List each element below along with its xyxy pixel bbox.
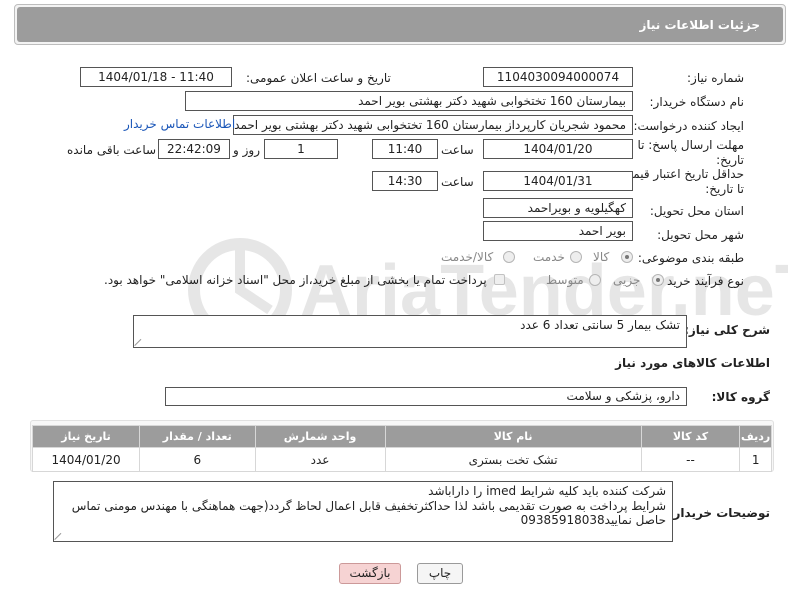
process-option-medium: متوسط: [546, 273, 584, 287]
reply-deadline-label: مهلت ارسال پاسخ: تا تاریخ:: [637, 138, 744, 167]
reply-time-label: ساعت: [441, 143, 474, 157]
province-label: استان محل تحویل:: [649, 204, 744, 218]
price-time-field: 14:30: [372, 171, 438, 191]
col-qty-header: تعداد / مقدار: [139, 425, 256, 448]
process-option-minor: جزیی: [613, 273, 641, 287]
page-title: جزئیات اطلاعات نیاز: [639, 18, 760, 32]
buyer-notes-textarea[interactable]: شرکت کننده باید کلیه شرایط imed را داراب…: [53, 481, 673, 542]
remaining-time-field: 22:42:09: [158, 139, 230, 159]
col-date-header: تاریخ نیاز: [31, 425, 141, 448]
table-row: 1 -- تشک تخت بستری عدد 6 1404/01/20: [31, 447, 772, 472]
category-radio-both[interactable]: [503, 251, 515, 263]
treasury-payment-checkbox[interactable]: [494, 274, 505, 285]
buyer-notes-line: حاصل نمایید09385918038: [520, 513, 666, 527]
remaining-time-label: ساعت باقی مانده: [67, 143, 157, 157]
price-date-field: 1404/01/31: [483, 171, 633, 191]
need-number-label: شماره نیاز:: [687, 71, 744, 85]
goods-group-label: گروه کالا:: [711, 390, 770, 404]
buyer-notes-label: توضیحات خریدار:: [668, 506, 770, 520]
back-button[interactable]: بازگشت: [339, 563, 401, 584]
resize-grip-icon[interactable]: [135, 338, 143, 346]
category-option-service: خدمت: [533, 250, 565, 264]
cell-qty: 6: [139, 447, 256, 472]
buyer-org-label: نام دستگاه خریدار:: [649, 95, 745, 109]
col-code-header: کد کالا: [640, 425, 741, 448]
days-field: 1: [264, 139, 338, 159]
cell-name: تشک تخت بستری: [384, 447, 642, 472]
price-time-label: ساعت: [441, 175, 474, 189]
category-radio-service[interactable]: [570, 251, 582, 263]
cell-row: 1: [739, 447, 772, 472]
description-label: شرح کلی نیاز:: [684, 323, 770, 337]
announce-label: تاریخ و ساعت اعلان عمومی:: [246, 71, 391, 85]
price-validity-label: حداقل تاریخ اعتبار قیمت: تا تاریخ:: [617, 167, 744, 196]
print-button[interactable]: چاپ: [417, 563, 463, 584]
col-name-header: نام کالا: [384, 425, 642, 448]
col-row-header: ردیف: [739, 425, 772, 448]
reply-time-field: 11:40: [372, 139, 438, 159]
announce-field: 1404/01/18 - 11:40: [80, 67, 232, 87]
cell-code: --: [640, 447, 741, 472]
buyer-notes-line: شرایط پرداخت به صورت تقدیمی باشد لذا حدا…: [71, 498, 666, 513]
creator-label: ایجاد کننده درخواست:: [633, 119, 744, 133]
table-header-row: ردیف کد کالا نام کالا واحد شمارش تعداد /…: [31, 425, 772, 448]
goods-section-title: اطلاعات کالاهای مورد نیاز: [615, 356, 770, 370]
buyer-notes-line: شرکت کننده باید کلیه شرایط imed را داراب…: [428, 484, 666, 498]
category-option-goods: کالا: [593, 250, 610, 264]
cell-unit: عدد: [254, 447, 386, 472]
category-label: طبقه بندی موضوعی:: [637, 251, 744, 265]
col-unit-header: واحد شمارش: [254, 425, 386, 448]
cell-date: 1404/01/20: [31, 447, 141, 472]
goods-group-field: دارو، پزشکی و سلامت: [165, 387, 687, 406]
process-radio-minor[interactable]: [652, 274, 664, 286]
process-label: نوع فرآیند خرید :: [659, 274, 744, 288]
buyer-org-field: بیمارستان 160 تختخوابی شهید دکتر بهشتی ب…: [185, 91, 633, 111]
days-label: روز و: [233, 143, 260, 157]
description-textarea[interactable]: تشک بیمار 5 سانتی تعداد 6 عدد: [133, 315, 687, 348]
resize-grip-icon[interactable]: [55, 532, 63, 540]
treasury-payment-note: پرداخت تمام یا بخشی از مبلغ خرید،از محل …: [104, 273, 487, 287]
goods-table: ردیف کد کالا نام کالا واحد شمارش تعداد /…: [31, 425, 772, 472]
reply-date-field: 1404/01/20: [483, 139, 633, 159]
description-text: تشک بیمار 5 سانتی تعداد 6 عدد: [520, 318, 680, 332]
buyer-contact-link[interactable]: اطلاعات تماس خریدار: [124, 117, 235, 131]
city-label: شهر محل تحویل:: [657, 228, 744, 242]
process-radio-medium[interactable]: [589, 274, 601, 286]
need-number-field: 1104030094000074: [483, 67, 633, 87]
creator-field: محمود شجریان کارپرداز بیمارستان 160 تختخ…: [233, 115, 633, 135]
city-field: بویر احمد: [483, 221, 633, 241]
category-radio-goods[interactable]: [621, 251, 633, 263]
province-field: کهگیلویه و بویراحمد: [483, 198, 633, 218]
category-option-both: کالا/خدمت: [441, 250, 494, 264]
